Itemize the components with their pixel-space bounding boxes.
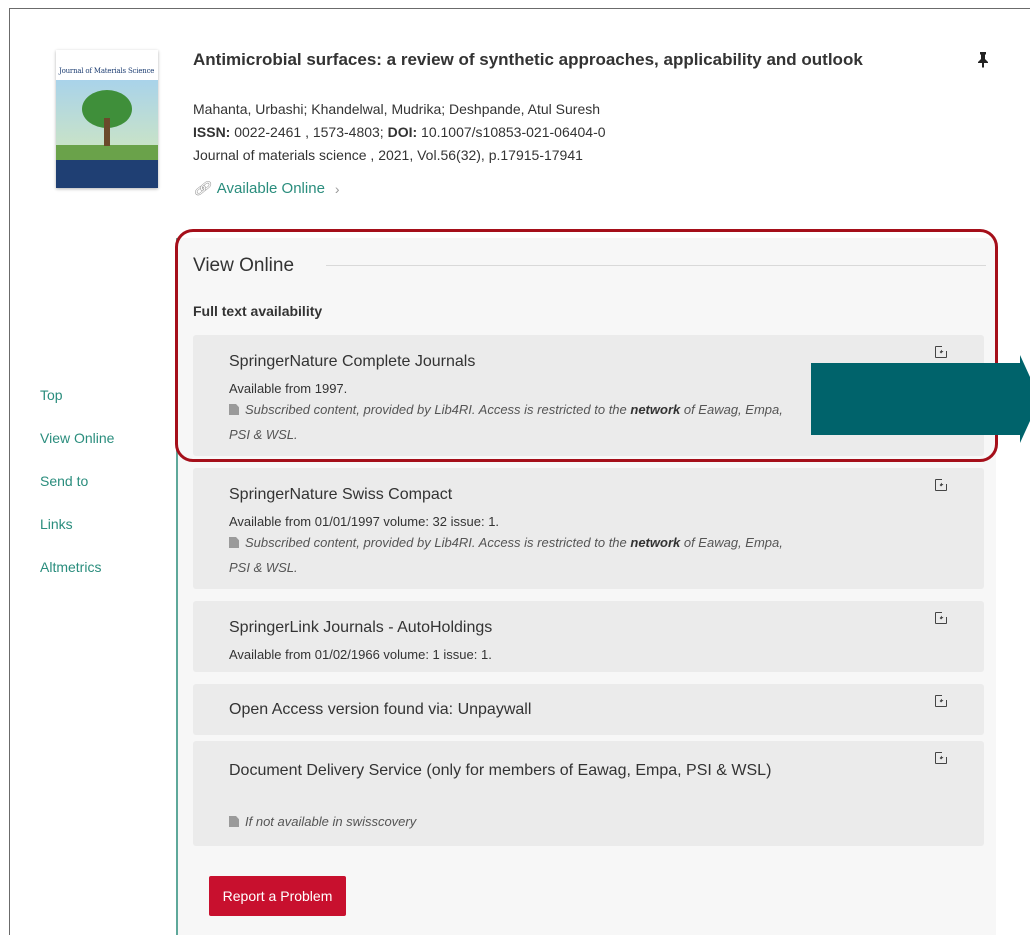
doi-value: 10.1007/s10853-021-06404-0 bbox=[417, 124, 606, 140]
issn-value: 0022-2461 , 1573-4803; bbox=[230, 124, 388, 140]
record-source: Journal of materials science , 2021, Vol… bbox=[193, 147, 583, 163]
service-availability: Available from 01/01/1997 volume: 32 iss… bbox=[229, 514, 500, 529]
report-problem-button[interactable]: Report a Problem bbox=[209, 876, 346, 916]
service-availability: Available from 01/02/1966 volume: 1 issu… bbox=[229, 647, 492, 662]
network-link[interactable]: network bbox=[630, 535, 680, 550]
nav-item-top[interactable]: Top bbox=[40, 385, 114, 406]
service-note-text: If not available in swisscovery bbox=[245, 814, 417, 829]
nav-item-altmetrics[interactable]: Altmetrics bbox=[40, 557, 114, 578]
external-link-icon[interactable] bbox=[935, 478, 948, 491]
external-link-icon[interactable] bbox=[935, 694, 948, 707]
service-item-unpaywall[interactable]: Open Access version found via: Unpaywall bbox=[193, 684, 984, 735]
nav-item-view-online[interactable]: View Online bbox=[40, 428, 114, 449]
record-authors: Mahanta, Urbashi; Khandelwal, Mudrika; D… bbox=[193, 101, 601, 117]
service-note-text: Subscribed content, provided by Lib4RI. … bbox=[245, 535, 631, 550]
available-online-label: Available Online bbox=[216, 180, 325, 197]
record-identifiers: ISSN: 0022-2461 , 1573-4803; DOI: 10.100… bbox=[193, 124, 606, 140]
cover-ground bbox=[56, 145, 158, 160]
cover-header bbox=[56, 50, 158, 80]
cover-title: Journal of Materials Science bbox=[59, 67, 155, 75]
service-name[interactable]: SpringerNature Swiss Compact bbox=[229, 486, 452, 504]
service-name[interactable]: Document Delivery Service (only for memb… bbox=[229, 759, 789, 782]
nav-item-send-to[interactable]: Send to bbox=[40, 471, 114, 492]
service-note: If not available in swisscovery bbox=[229, 809, 789, 834]
external-link-icon[interactable] bbox=[935, 751, 948, 764]
annotation-arrow-body bbox=[811, 363, 1023, 435]
annotation-arrow-head bbox=[1020, 355, 1030, 443]
service-item-springerlink[interactable]: SpringerLink Journals - AutoHoldings Ava… bbox=[193, 601, 984, 672]
link-icon: 🔗︎ bbox=[193, 180, 211, 196]
document-icon bbox=[229, 537, 239, 548]
nav-item-links[interactable]: Links bbox=[40, 514, 114, 535]
external-link-icon[interactable] bbox=[935, 611, 948, 624]
record-title[interactable]: Antimicrobial surfaces: a review of synt… bbox=[193, 49, 873, 71]
pin-icon-svg bbox=[978, 52, 988, 68]
doi-label: DOI: bbox=[387, 124, 418, 140]
service-name[interactable]: SpringerLink Journals - AutoHoldings bbox=[229, 619, 492, 637]
service-note: Subscribed content, provided by Lib4RI. … bbox=[229, 530, 789, 580]
journal-cover-image[interactable]: Journal of Materials Science bbox=[56, 50, 158, 188]
service-item-document-delivery[interactable]: Document Delivery Service (only for memb… bbox=[193, 741, 984, 846]
cover-tree-trunk bbox=[104, 118, 110, 146]
available-online-link[interactable]: 🔗︎ Available Online › bbox=[193, 180, 340, 197]
document-icon bbox=[229, 816, 239, 827]
chevron-right-icon: › bbox=[334, 180, 340, 197]
issn-label: ISSN: bbox=[193, 124, 231, 140]
service-item-springernature-swiss[interactable]: SpringerNature Swiss Compact Available f… bbox=[193, 468, 984, 589]
section-navigation: Top View Online Send to Links Altmetrics bbox=[40, 385, 114, 600]
cover-footer bbox=[56, 160, 158, 188]
service-name[interactable]: Open Access version found via: Unpaywall bbox=[229, 701, 531, 719]
pin-icon[interactable] bbox=[977, 52, 989, 73]
